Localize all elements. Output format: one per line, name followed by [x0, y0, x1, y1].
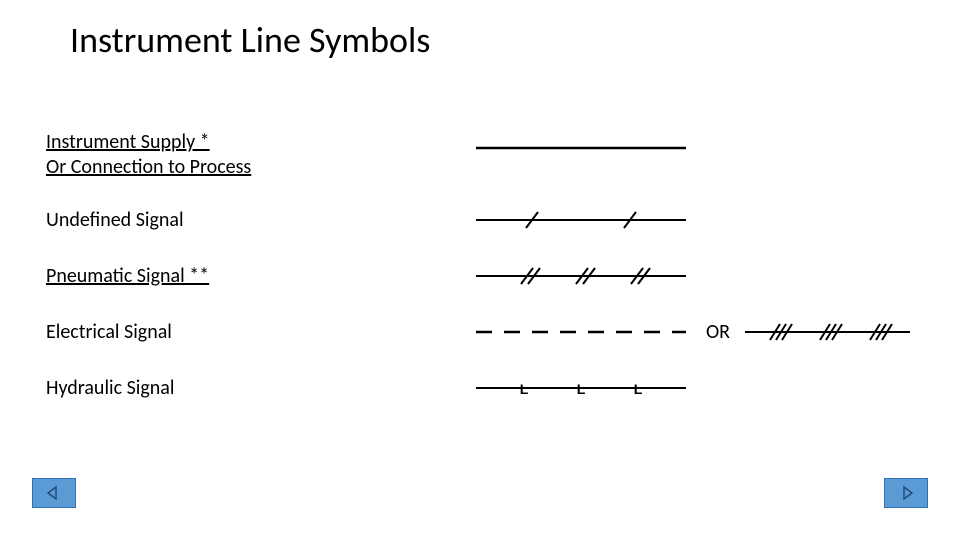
svg-text:L: L: [577, 381, 586, 397]
label-undefined-signal: Undefined Signal: [46, 208, 466, 233]
next-button[interactable]: [884, 478, 928, 508]
label-line1: Instrument Supply *: [46, 130, 210, 154]
svg-text:L: L: [634, 381, 643, 397]
row-instrument-supply: Instrument Supply * Or Connection to Pro…: [46, 130, 926, 192]
symbol-double-slash: [466, 258, 696, 294]
prev-button[interactable]: [32, 478, 76, 508]
symbol-triple-slash: [740, 314, 915, 350]
symbol-l-marks: L L L: [466, 370, 696, 406]
symbol-table: Instrument Supply * Or Connection to Pro…: [46, 130, 926, 416]
symbol-single-slash: [466, 202, 696, 238]
label-electrical-signal: Electrical Signal: [46, 320, 466, 345]
page-title: Instrument Line Symbols: [70, 18, 430, 62]
row-pneumatic-signal: Pneumatic Signal **: [46, 248, 926, 304]
slide: Instrument Line Symbols Instrument Suppl…: [0, 0, 960, 540]
row-electrical-signal: Electrical Signal OR: [46, 304, 926, 360]
label-line2: Or Connection to Process: [46, 155, 251, 179]
symbol-solid-line: [466, 130, 696, 166]
or-label: OR: [696, 320, 740, 344]
row-hydraulic-signal: Hydraulic Signal L L L: [46, 360, 926, 416]
row-undefined-signal: Undefined Signal: [46, 192, 926, 248]
svg-text:L: L: [520, 381, 529, 397]
arrow-left-icon: [44, 485, 64, 501]
label-instrument-supply: Instrument Supply * Or Connection to Pro…: [46, 130, 466, 180]
arrow-right-icon: [896, 485, 916, 501]
label-pneumatic-signal: Pneumatic Signal **: [46, 264, 466, 289]
label-hydraulic-signal: Hydraulic Signal: [46, 376, 466, 401]
symbol-dashed-line: [466, 314, 696, 350]
